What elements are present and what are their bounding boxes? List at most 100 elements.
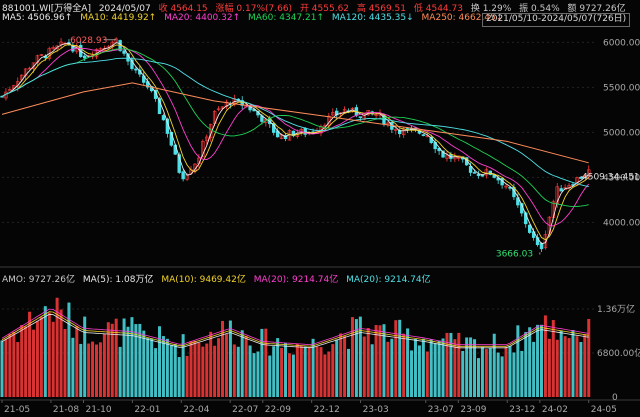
candlestick-chart[interactable]: 6000.005500.005000.004500.004000.001.36万… (0, 0, 640, 417)
volume-bar (232, 344, 236, 397)
x-tick-label: 21-05 (4, 405, 30, 415)
volume-tick-label: 6800.00亿 (597, 347, 640, 359)
volume-bar (350, 317, 354, 397)
x-tick-label: 21-10 (85, 405, 111, 415)
volume-bar (457, 332, 461, 397)
volume-bar (284, 342, 288, 397)
volume-bar (547, 338, 551, 397)
volume-bar (248, 345, 252, 397)
volume-bar (453, 339, 457, 397)
volume-bar (303, 346, 307, 397)
candle-body (559, 188, 563, 192)
volume-bar (315, 346, 319, 397)
volume-bar (224, 334, 228, 397)
volume-bar (327, 351, 331, 397)
volume-bar (106, 322, 110, 397)
volume-bar (67, 302, 71, 397)
volume-bar (280, 347, 284, 397)
volume-bar (213, 345, 217, 397)
volume-bar (287, 353, 291, 397)
x-tick-label: 22-01 (134, 405, 160, 415)
ma120-line (1, 57, 589, 187)
volume-bar (319, 347, 323, 397)
volume-bar (110, 323, 114, 397)
volume-bar (161, 336, 165, 397)
volume-bar (98, 342, 102, 397)
volume-bar (71, 337, 75, 397)
volume-bar (461, 350, 465, 397)
volume-bar (386, 341, 390, 397)
volume-bar (587, 318, 591, 397)
volume-bar (307, 347, 311, 397)
volume-bar (410, 350, 414, 397)
volume-bar (63, 328, 67, 397)
price-tick-label: 5500.00 (603, 83, 640, 93)
volume-bar (512, 352, 516, 397)
volume-bar (169, 344, 173, 397)
volume-bar (24, 326, 28, 397)
volume-bar (209, 331, 213, 397)
volume-bar (421, 338, 425, 397)
candle-body (476, 174, 481, 176)
volume-bar (559, 330, 563, 397)
volume-bar (394, 320, 398, 397)
volume-bar (189, 341, 193, 397)
price-tick-label: 6000.00 (603, 38, 640, 48)
volume-bar (398, 319, 402, 397)
volume-bar (0, 340, 4, 397)
volume-bar (122, 318, 126, 397)
volume-bar (339, 333, 343, 397)
volume-bar (4, 339, 8, 397)
volume-bar (264, 328, 268, 397)
volume-bar (449, 332, 453, 397)
volume-bar (508, 345, 512, 397)
volume-bar (150, 338, 154, 397)
volume-bar (492, 333, 496, 397)
volume-bar (516, 325, 520, 397)
volume-bar (236, 346, 240, 397)
x-tick-label: 22-07 (232, 405, 258, 415)
volume-bar (276, 338, 280, 397)
volume-bar (47, 312, 51, 397)
volume-bar (75, 326, 79, 397)
volume-bar (217, 338, 221, 397)
price-tick-label: 4000.00 (603, 218, 640, 228)
volume-bar (335, 339, 339, 397)
x-tick-label: 22-09 (265, 405, 291, 415)
volume-bar (347, 348, 351, 397)
volume-bar (563, 336, 567, 397)
volume-bar (429, 339, 433, 397)
volume-bar (433, 343, 437, 397)
volume-bar (252, 353, 256, 397)
volume-bar (496, 352, 500, 397)
volume-bar (539, 324, 543, 397)
volume-bar (295, 343, 299, 397)
x-tick-label: 23-09 (460, 405, 486, 415)
volume-bar (240, 330, 244, 397)
x-tick-label: 23-12 (509, 405, 535, 415)
volume-bar (126, 326, 130, 397)
candle-body (134, 68, 138, 71)
volume-bar (193, 340, 197, 397)
volume-bar (378, 325, 382, 397)
volume-bar (165, 338, 169, 397)
ma5-line (1, 42, 589, 245)
volume-bar (571, 329, 575, 397)
volume-bar (532, 341, 536, 397)
x-tick-label: 22-12 (314, 405, 340, 415)
volume-bar (480, 347, 484, 397)
volume-bar (102, 333, 106, 397)
volume-bar (413, 339, 417, 397)
volume-bar (79, 343, 83, 397)
candle-body (421, 134, 426, 136)
volume-bar (299, 345, 303, 397)
volume-bar (8, 334, 12, 397)
volume-bar (441, 338, 445, 397)
volume-bar (16, 342, 20, 397)
candle-body (472, 172, 477, 174)
volume-bar (35, 321, 39, 397)
candle-body (539, 243, 544, 250)
volume-bar (118, 346, 122, 397)
x-tick-label: 22-04 (183, 405, 209, 415)
volume-bar (39, 316, 43, 397)
